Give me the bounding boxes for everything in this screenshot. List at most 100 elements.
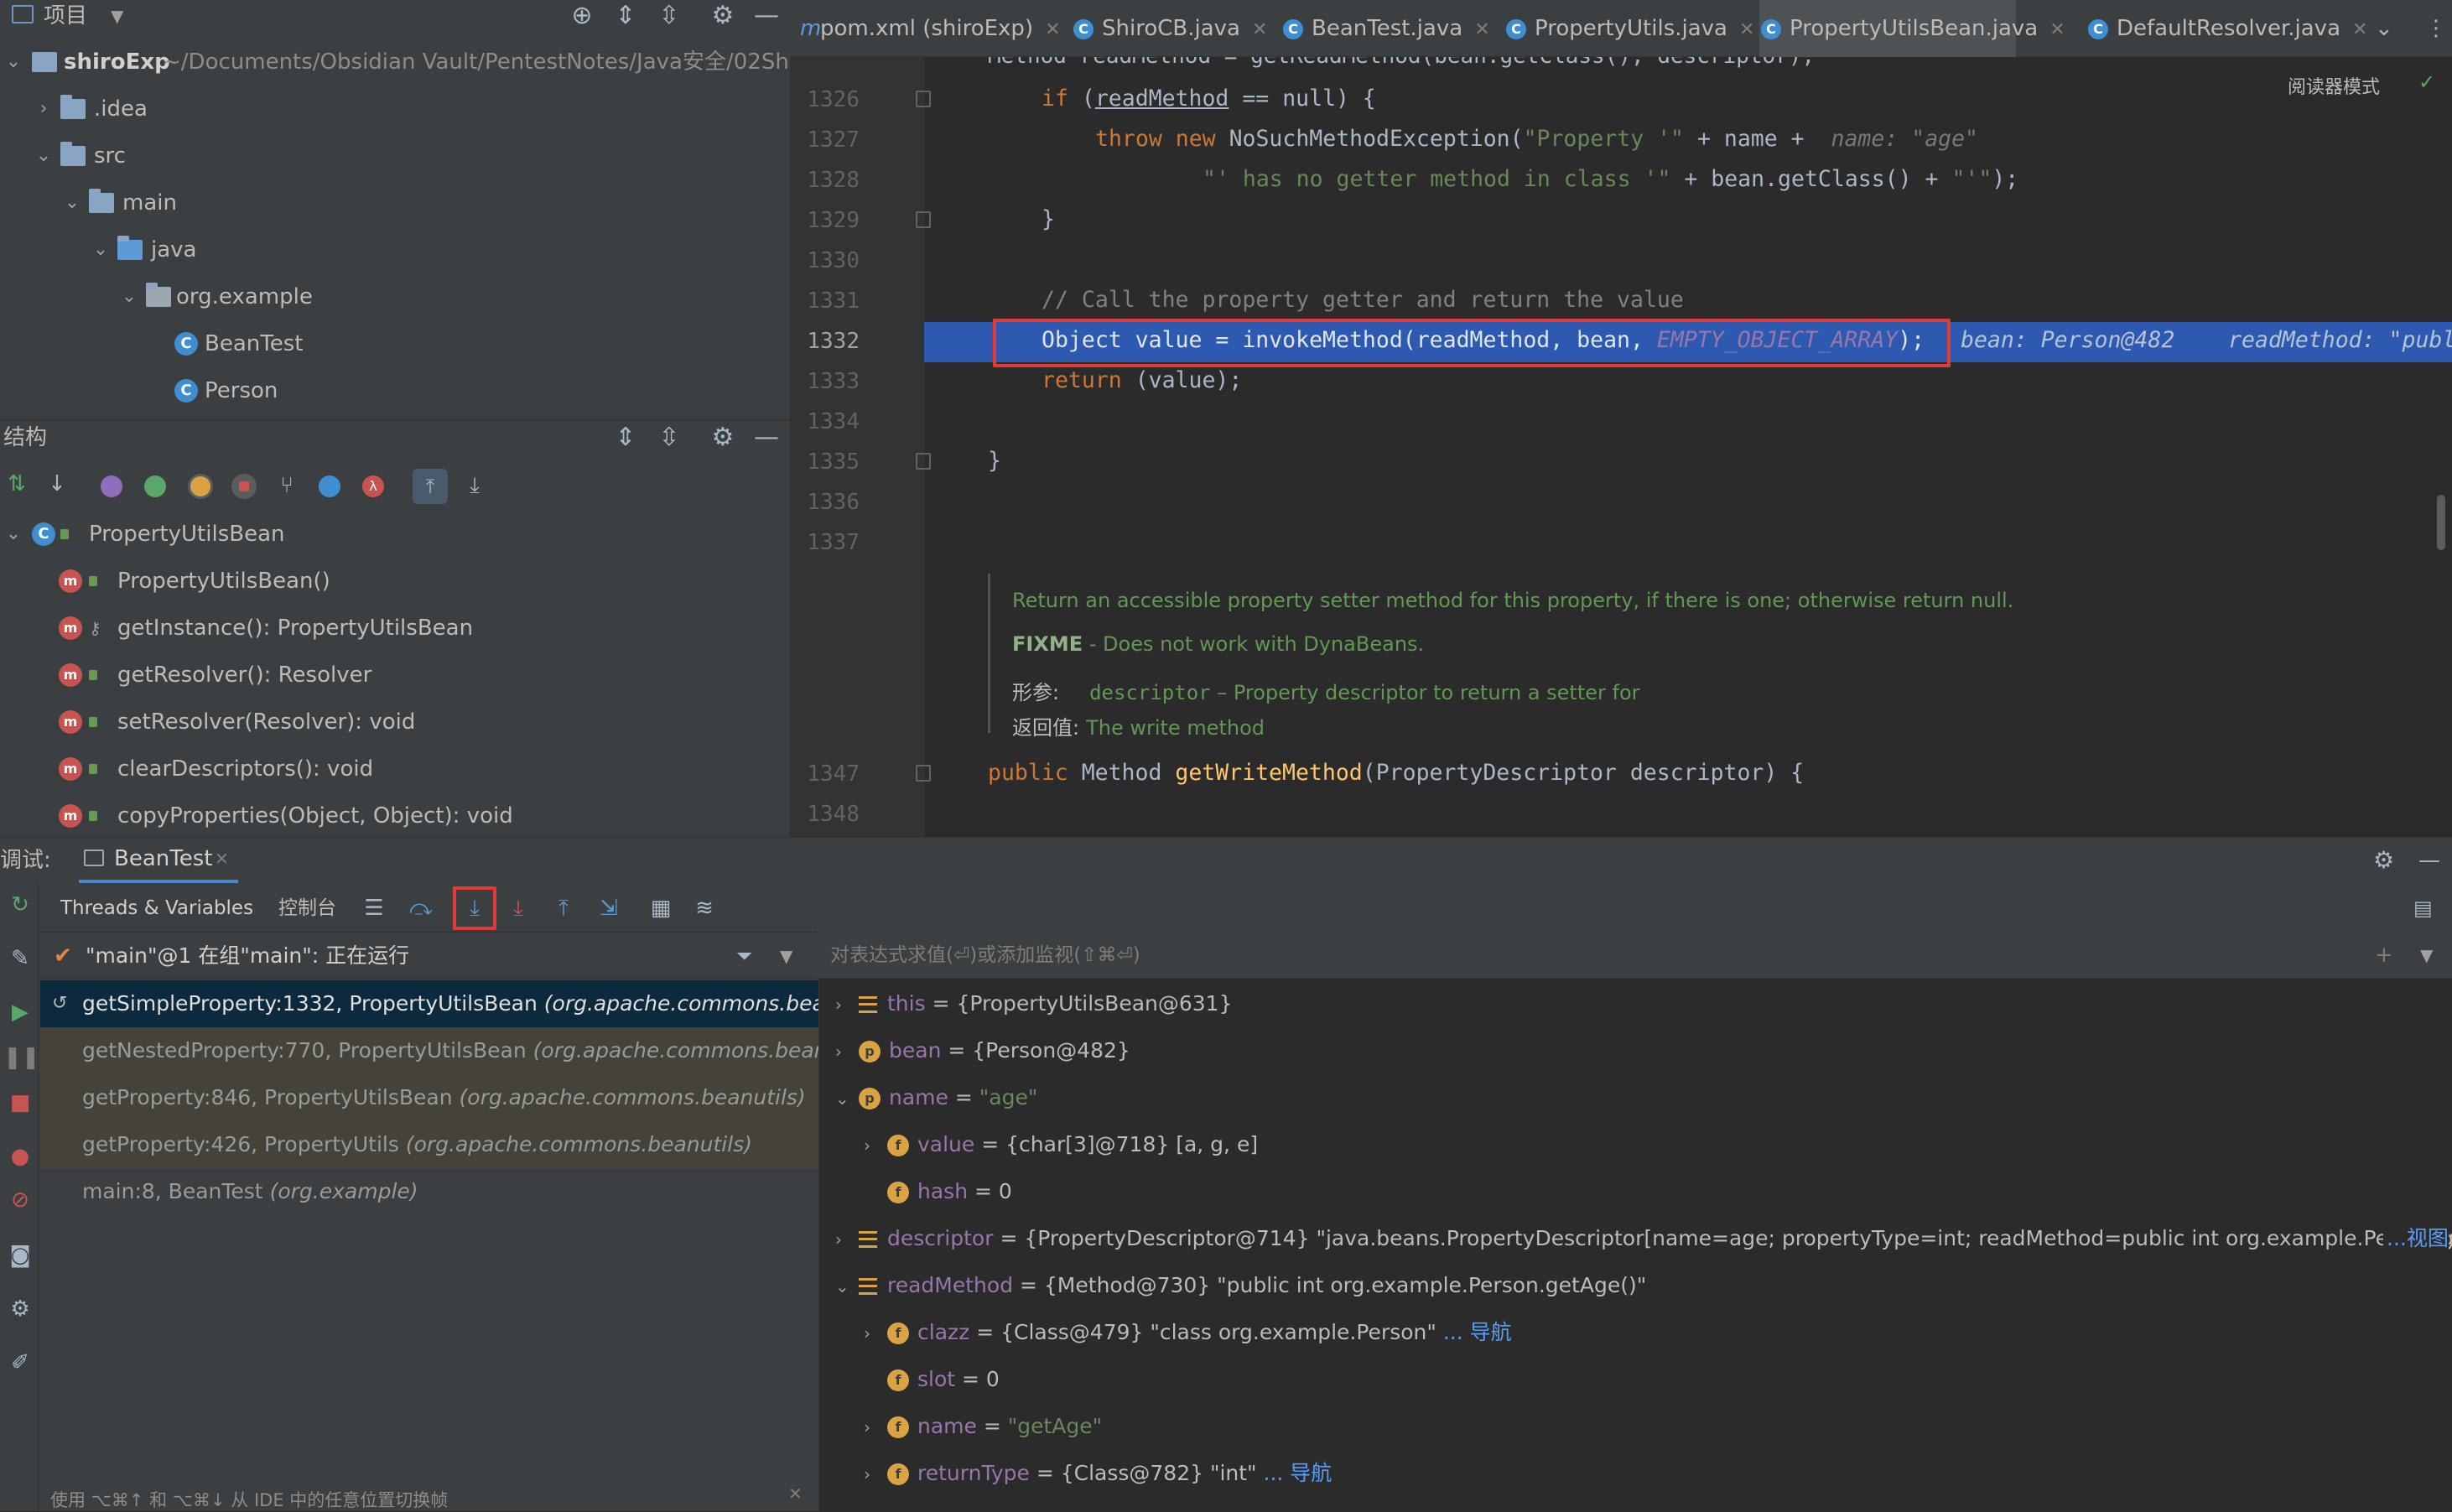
restore-layout-icon[interactable]: ▤ xyxy=(2413,891,2433,925)
gear-icon[interactable]: ⚙ xyxy=(704,0,741,32)
chevron-right-icon[interactable]: › xyxy=(864,1451,887,1498)
step-out-icon[interactable]: ⤒ xyxy=(547,891,580,925)
filter-icon[interactable]: ⏷ xyxy=(736,933,752,979)
resume-icon[interactable]: ▶ xyxy=(3,995,37,1029)
chevron-right-icon[interactable]: › xyxy=(864,1310,887,1357)
project-panel-title[interactable]: 项目 xyxy=(44,0,87,32)
variable-row[interactable]: ⌄ readMethod = {Method@730} "public int o… xyxy=(835,1262,1646,1309)
tree-item-module[interactable]: ⌄ shiroExp ~/Documents/Obsidian Vault/Pe… xyxy=(0,39,788,86)
variable-row[interactable]: › f clazz = {Class@479} "class org.example… xyxy=(864,1309,1512,1356)
structure-member[interactable]: m PropertyUtilsBean() xyxy=(0,558,788,605)
filter-property-icon[interactable] xyxy=(101,475,122,497)
fold-icon[interactable] xyxy=(916,91,931,107)
chevron-right-icon[interactable]: › xyxy=(835,981,859,1028)
fold-icon[interactable] xyxy=(916,765,931,782)
tab-propertyutils[interactable]: C PropertyUtils.java ✕ xyxy=(1506,0,1754,57)
chevron-right-icon[interactable]: › xyxy=(864,1404,887,1451)
tree-item-package[interactable]: ⌄ org.example xyxy=(0,273,788,320)
structure-member[interactable]: m setResolver(Resolver): void xyxy=(0,699,788,746)
reader-mode-label[interactable]: 阅读器模式 xyxy=(2288,72,2380,99)
chevron-down-icon[interactable]: ⌄ xyxy=(62,179,82,226)
chevron-right-icon[interactable]: › xyxy=(864,1122,887,1169)
tree-item-idea[interactable]: › .idea xyxy=(0,86,788,132)
tree-item-beantest[interactable]: C BeanTest xyxy=(0,320,788,367)
dropdown-arrow-icon[interactable]: ▼ xyxy=(111,0,123,32)
chevron-down-icon[interactable]: ⌄ xyxy=(3,39,23,86)
frame-row[interactable]: getProperty:846, PropertyUtilsBean (org.… xyxy=(40,1074,859,1121)
tab-beantest[interactable]: C BeanTest.java ✕ xyxy=(1283,0,1490,57)
minimize-icon[interactable]: — xyxy=(748,422,785,454)
layout-icon[interactable]: ☰ xyxy=(357,891,391,925)
tab-threads-variables[interactable]: Threads & Variables xyxy=(60,885,253,932)
chevron-down-icon[interactable]: ▼ xyxy=(2420,932,2433,979)
collapse-all-icon[interactable]: ⇳ xyxy=(651,422,688,454)
step-into-button[interactable]: ⤓ xyxy=(453,886,496,930)
expand-all-icon[interactable]: ⇕ xyxy=(607,0,644,32)
step-over-icon[interactable]: ⤼ xyxy=(404,891,438,925)
autoscroll-from-source-icon[interactable]: ⤓ xyxy=(458,469,491,502)
variable-row[interactable]: › f name = "getAge" xyxy=(864,1403,1102,1450)
view-breakpoints-icon[interactable]: ● xyxy=(3,1140,37,1173)
evaluate-expression-bar[interactable]: 对表达式求值(⏎)或添加监视(⇧⌘⏎) + ▼ xyxy=(818,932,2452,979)
minimize-icon[interactable]: — xyxy=(748,0,785,32)
view-link[interactable]: ...视图 xyxy=(2383,1215,2449,1262)
evaluate-table-icon[interactable]: ▦ xyxy=(644,891,678,925)
variable-row[interactable]: › f returnType = {Class@782} "int" ... 导航 xyxy=(864,1450,1332,1497)
debug-session-tab[interactable]: BeanTest ✕ xyxy=(79,838,238,883)
chevron-down-icon[interactable]: ⌄ xyxy=(119,273,139,320)
editor-scrollbar[interactable] xyxy=(2437,495,2445,550)
structure-member[interactable]: m clearDescriptors(): void xyxy=(0,746,788,792)
chevron-down-icon[interactable]: ▼ xyxy=(780,933,792,979)
fork-icon[interactable]: ⑂ xyxy=(270,469,304,502)
frame-row[interactable]: getProperty:426, PropertyUtils (org.apac… xyxy=(40,1121,859,1168)
evaluate-expression-input[interactable]: 对表达式求值(⏎)或添加监视(⇧⌘⏎) xyxy=(830,932,1140,979)
close-icon[interactable]: ✕ xyxy=(2049,19,2065,40)
gear-icon[interactable]: ⚙ xyxy=(704,422,741,454)
chevron-right-icon[interactable]: › xyxy=(835,1028,859,1075)
filter-inherited-icon[interactable] xyxy=(144,475,166,497)
minimize-icon[interactable]: — xyxy=(2418,838,2440,883)
mute-breakpoints-icon[interactable]: ⊘ xyxy=(3,1183,37,1217)
chevron-right-icon[interactable]: › xyxy=(835,1216,859,1262)
navigate-link[interactable]: ... 导航 xyxy=(1443,1320,1512,1344)
variable-row[interactable]: › f value = {char[3]@718} [a, g, e] xyxy=(864,1121,1258,1168)
structure-member[interactable]: m ⚷ getInstance(): PropertyUtilsBean xyxy=(0,605,788,652)
pin-icon[interactable]: ✐ xyxy=(3,1346,37,1380)
close-icon[interactable]: ✕ xyxy=(1739,19,1754,40)
tab-console[interactable]: 控制台 xyxy=(278,885,336,932)
chevron-down-icon[interactable]: ⌄ xyxy=(91,226,111,273)
more-icon[interactable]: ⋮ xyxy=(2425,0,2447,57)
filter-lambda-icon[interactable]: λ xyxy=(362,475,384,497)
autoscroll-to-source-icon[interactable]: ⤒ xyxy=(413,469,448,504)
gear-icon[interactable]: ⚙ xyxy=(3,1292,37,1326)
filter-anonymous-icon[interactable] xyxy=(319,475,340,497)
code-var[interactable]: readMethod xyxy=(1095,86,1229,112)
fold-icon[interactable] xyxy=(916,211,931,228)
structure-member[interactable]: m copyProperties(Object, Object): void xyxy=(0,792,788,839)
chevron-right-icon[interactable]: › xyxy=(34,86,54,132)
filter-nonpublic-icon[interactable] xyxy=(231,474,257,499)
tree-item-src[interactable]: ⌄ src xyxy=(0,132,788,179)
chevron-down-icon[interactable]: ⌄ xyxy=(34,132,54,179)
add-watch-icon[interactable]: + xyxy=(2375,932,2393,979)
pause-icon[interactable]: ❚❚ xyxy=(3,1041,40,1074)
tab-pom[interactable]: m pom.xml (shiroExp) ✕ xyxy=(800,0,1061,57)
chevron-down-icon[interactable]: ⌄ xyxy=(3,511,23,558)
tab-defaultresolver[interactable]: C DefaultResolver.java ✕ xyxy=(2088,0,2367,57)
tree-item-main[interactable]: ⌄ main xyxy=(0,179,788,226)
collapse-all-icon[interactable]: ⇳ xyxy=(651,0,688,32)
run-to-cursor-icon[interactable]: ⇲ xyxy=(592,891,626,925)
rerun-icon[interactable]: ↻ xyxy=(3,888,37,922)
force-step-into-icon[interactable]: ⤓ xyxy=(501,891,535,925)
expand-all-icon[interactable]: ⇕ xyxy=(607,422,644,454)
variable-row[interactable]: f slot = 0 xyxy=(887,1356,1000,1403)
frame-row[interactable]: main:8, BeanTest (org.example) xyxy=(40,1168,859,1215)
variable-row[interactable]: › this = {PropertyUtilsBean@631} xyxy=(835,980,1233,1027)
trace-icon[interactable]: ≋ xyxy=(688,891,721,925)
close-icon[interactable]: ✕ xyxy=(215,838,229,880)
chevron-down-icon[interactable]: ⌄ xyxy=(835,1263,859,1310)
filter-fields-icon[interactable] xyxy=(188,474,213,499)
close-icon[interactable]: ✕ xyxy=(788,1483,803,1504)
chevron-down-icon[interactable]: ⌄ xyxy=(835,1075,859,1122)
frame-row[interactable]: getNestedProperty:770, PropertyUtilsBean… xyxy=(40,1027,859,1074)
